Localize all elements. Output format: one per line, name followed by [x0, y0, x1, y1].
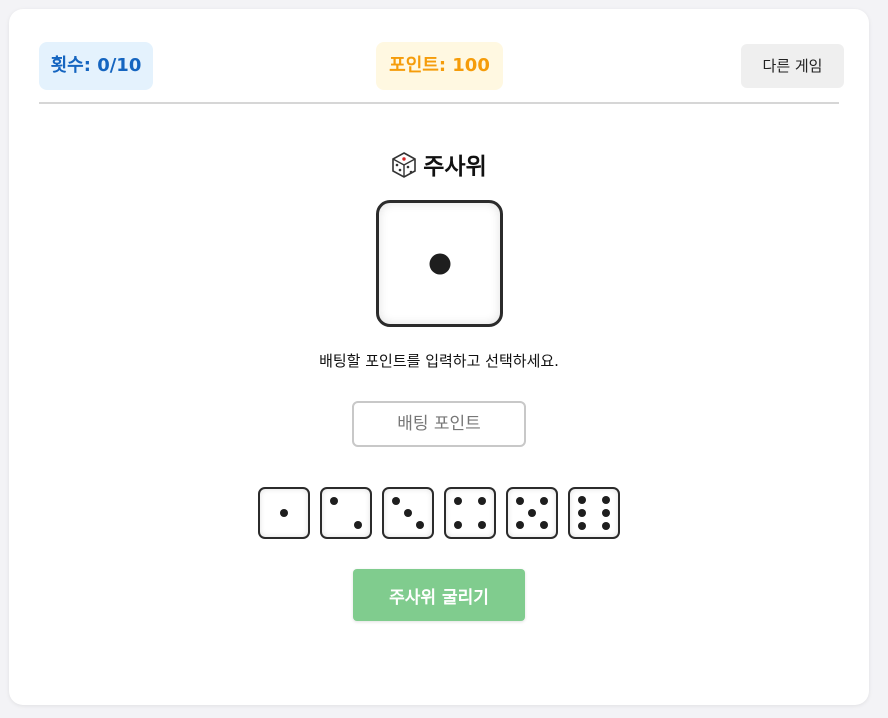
die-pip — [404, 509, 412, 517]
game-title-text: 주사위 — [423, 154, 487, 180]
dice-choice-2[interactable] — [320, 487, 372, 539]
header-divider — [39, 102, 839, 104]
die-pip — [280, 509, 288, 517]
die-pip — [528, 509, 536, 517]
attempts-badge: 횟수: 0/10 — [39, 42, 153, 90]
dice-choice-5[interactable] — [506, 487, 558, 539]
dice-choice-3[interactable] — [382, 487, 434, 539]
die-pip — [354, 521, 362, 529]
die-pip — [429, 253, 450, 274]
die-pip — [578, 509, 586, 517]
die-pip — [330, 497, 338, 505]
die-pip — [540, 497, 548, 505]
die-pip — [392, 497, 400, 505]
die-pip — [578, 495, 586, 504]
instruction-text: 배팅할 포인트를 입력하고 선택하세요. — [319, 352, 559, 370]
die-pip — [540, 521, 548, 529]
dice-choice-6[interactable] — [568, 487, 620, 539]
die-pip — [602, 495, 610, 504]
points-badge: 포인트: 100 — [376, 42, 503, 90]
die-pip — [578, 522, 586, 531]
dice-choice-1[interactable] — [258, 487, 310, 539]
game-card: 횟수: 0/10 포인트: 100 다른 게임 주사위 배팅할 포인트를 입력하… — [9, 9, 869, 705]
die-pip — [478, 521, 486, 529]
die-pip — [516, 521, 524, 529]
die-pip — [478, 497, 486, 505]
die-pip — [454, 521, 462, 529]
die-pip — [416, 521, 424, 529]
dice-icon — [392, 152, 417, 178]
die-pip — [516, 497, 524, 505]
dice-choice-4[interactable] — [444, 487, 496, 539]
game-title: 주사위 — [9, 147, 869, 181]
bet-points-input[interactable] — [352, 401, 526, 447]
die-pip — [454, 497, 462, 505]
other-game-button[interactable]: 다른 게임 — [741, 44, 844, 88]
roll-dice-button[interactable]: 주사위 굴리기 — [353, 569, 525, 621]
game-header: 횟수: 0/10 포인트: 100 다른 게임 — [39, 42, 844, 90]
current-die — [376, 200, 503, 327]
die-pip — [602, 509, 610, 517]
dice-choice-row — [258, 487, 622, 539]
die-pip — [602, 522, 610, 531]
